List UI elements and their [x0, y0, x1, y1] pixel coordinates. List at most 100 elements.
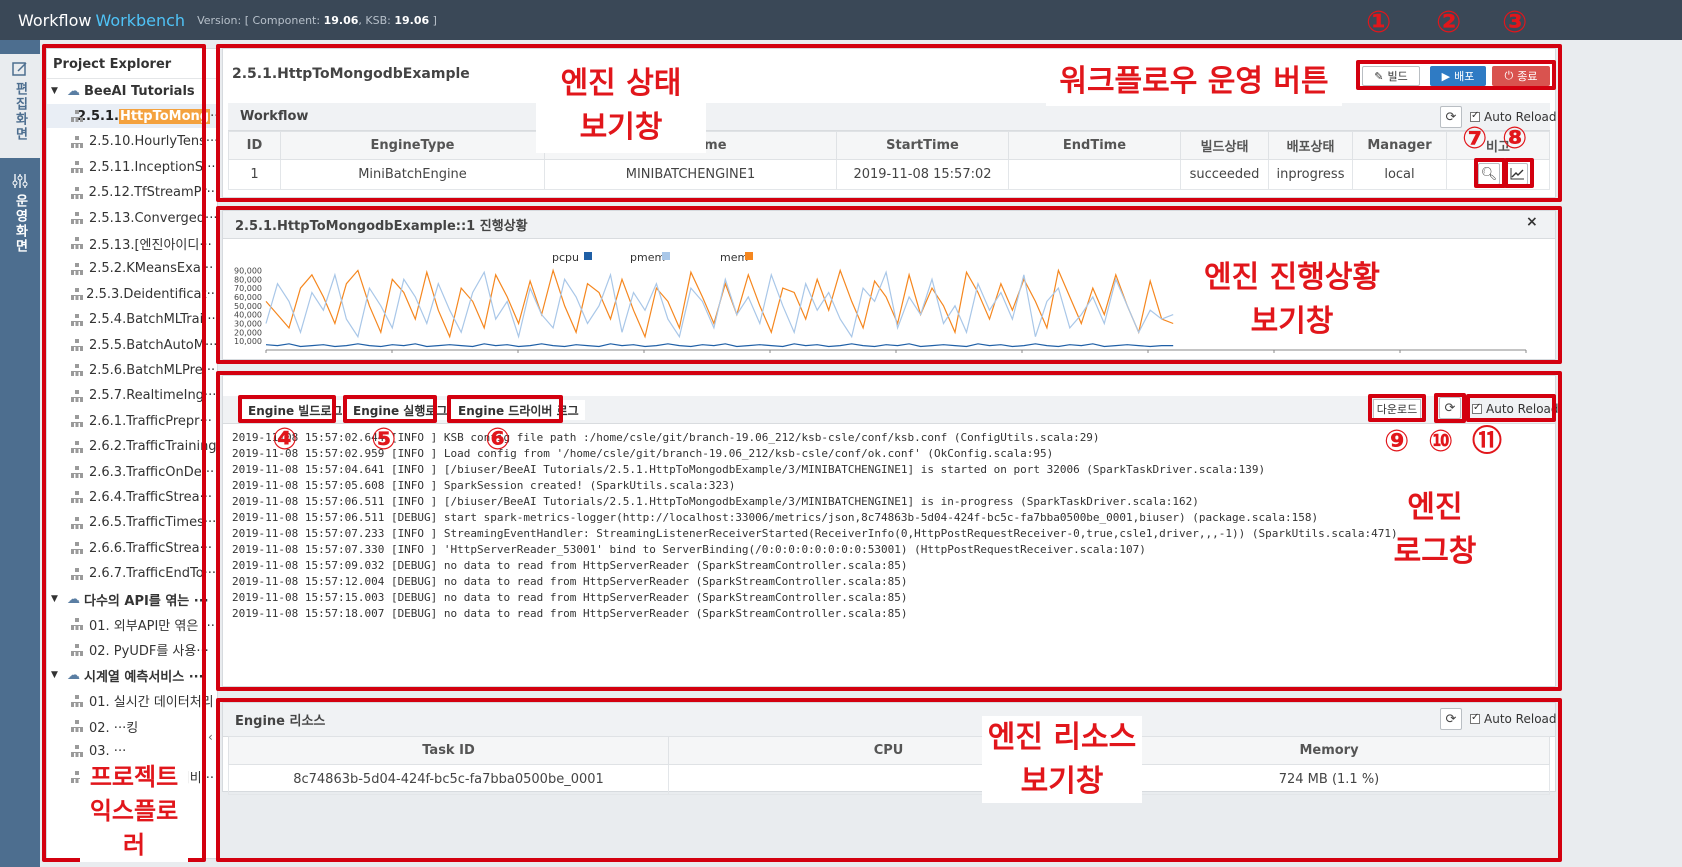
- log-auto-reload-label: Auto Reload: [1486, 402, 1559, 416]
- y-tick-label: 70,000: [234, 284, 262, 293]
- workflow-node-icon: [71, 262, 83, 275]
- progress-annotation-line1: 엔진 진행상황: [1203, 260, 1381, 295]
- workflow-node-icon: [71, 440, 83, 453]
- log-auto-reload[interactable]: Auto Reload: [1472, 402, 1559, 416]
- workflow-node-icon: [71, 389, 83, 402]
- tree-item[interactable]: 01. 실시간 데이터처리: [47, 689, 217, 713]
- power-icon: ⏻: [1504, 69, 1514, 82]
- number-5-badge: ⑤: [371, 422, 397, 457]
- left-rail: 편집화면 운영화면: [0, 40, 40, 867]
- tree-item-label: 2.5.4.BatchMLTrai···: [89, 312, 216, 328]
- tab-driver-log[interactable]: Engine 드라이버 로그: [452, 400, 585, 420]
- resource-annotation-line2: 보기창: [1020, 763, 1104, 799]
- tree-item[interactable]: 02. ···킹: [47, 714, 217, 738]
- chart-view-button[interactable]: [1506, 163, 1528, 185]
- tree-folder[interactable]: ▼ ☁︎ 시계열 예측서비스 ···: [47, 663, 217, 687]
- tree-item[interactable]: 2.5.3.Deidentificat···: [47, 282, 217, 306]
- explorer-annotation-line2: 익스플로러: [89, 797, 179, 859]
- workflow-node-icon: [71, 466, 83, 478]
- resource-table: Task ID CPU Memory 8c74863b-5d04-424f-bc…: [228, 736, 1550, 795]
- tree-item[interactable]: 2.5.13.Converged···: [47, 206, 217, 230]
- rail-edit-label: 편집화면: [12, 82, 28, 142]
- tree-item-label: 2.6.4.TrafficStrea···: [89, 489, 213, 505]
- col-id: ID: [228, 131, 281, 160]
- detail-search-button[interactable]: 🔍︎: [1478, 163, 1500, 185]
- tree-item[interactable]: 2.5.4.BatchMLTrai···: [47, 308, 217, 332]
- resource-annotation-line1: 엔진 리소스: [987, 720, 1137, 755]
- y-tick-label: 30,000: [234, 319, 262, 328]
- tree-item[interactable]: 2.6.7.TrafficEndTo···: [47, 562, 217, 586]
- folder-icon: ☁︎: [67, 591, 80, 607]
- tree-item[interactable]: 2.6.3.TrafficOnDe···: [47, 460, 217, 484]
- explorer-collapse-icon[interactable]: ‹: [208, 730, 213, 744]
- cell-deploy-status: inprogress: [1268, 159, 1353, 190]
- resource-auto-reload[interactable]: Auto Reload: [1470, 712, 1557, 726]
- tree-item[interactable]: 2.5.1.HttpToMong···: [47, 104, 217, 129]
- tree-item[interactable]: 2.5.7.RealtimeIng···: [47, 384, 217, 408]
- refresh-icon: ⟳: [1444, 400, 1456, 416]
- build-button[interactable]: ✎ 빌드: [1362, 66, 1420, 86]
- progress-window-annotation: 엔진 진행상황 보기창: [1192, 254, 1392, 345]
- tree-folder-label: BeeAI Tutorials: [84, 83, 195, 99]
- workflow-node-icon: [71, 415, 83, 428]
- refresh-icon: ⟳: [1445, 711, 1457, 727]
- resource-window-annotation: 엔진 리소스 보기창: [982, 716, 1142, 803]
- caret-down-icon[interactable]: ▼: [51, 86, 61, 96]
- log-auto-reload-checkbox[interactable]: [1472, 402, 1482, 414]
- number-6-badge: ⑥: [485, 422, 511, 457]
- caret-down-icon[interactable]: ▼: [51, 594, 61, 604]
- workflow-refresh-button[interactable]: ⟳: [1440, 106, 1462, 128]
- tree-item[interactable]: 2.5.11.InceptionS···: [47, 155, 217, 179]
- legend-swatch: [584, 252, 592, 260]
- close-icon[interactable]: ×: [1526, 214, 1538, 230]
- log-line: 2019-11-08 15:57:09.032 [DEBUG] no data …: [232, 559, 908, 572]
- table-row[interactable]: 1 MiniBatchEngine MINIBATCHENGINE1 2019-…: [228, 159, 1550, 190]
- tree-item[interactable]: 2.6.2.TrafficTraining: [47, 435, 217, 459]
- workflow-header: Workflow: [228, 103, 1550, 131]
- caret-down-icon[interactable]: ▼: [51, 670, 61, 680]
- explorer-annotation-line1: 프로젝트: [89, 763, 179, 791]
- tree-item[interactable]: 2.5.10.HourlyTens···: [47, 130, 217, 154]
- cell-task-id: 8c74863b-5d04-424f-bc5c-fa7bba0500be_000…: [228, 764, 669, 795]
- tree-item[interactable]: 2.5.6.BatchMLPre···: [47, 358, 217, 382]
- tab-run-log[interactable]: Engine 실행로그: [347, 400, 454, 420]
- resource-table-header: Task ID CPU Memory: [228, 736, 1550, 765]
- number-10-badge: ⑩: [1428, 424, 1454, 459]
- tree-item[interactable]: 2.5.12.TfStreamPr···: [47, 181, 217, 205]
- cell-nickname: MINIBATCHENGINE1: [544, 159, 837, 190]
- tree-item[interactable]: 2.5.2.KMeansExa···: [47, 257, 217, 281]
- col-manager: Manager: [1352, 131, 1447, 160]
- rail-edit-view[interactable]: 편집화면: [0, 54, 40, 158]
- tree-folder[interactable]: ▼ ☁︎ 다수의 API를 엮는 ···: [47, 587, 217, 611]
- workflow-node-icon: [71, 161, 83, 174]
- rail-operate-view[interactable]: 운영화면: [0, 166, 40, 276]
- tree-folder[interactable]: ▼ ☁︎ BeeAI Tutorials: [47, 79, 217, 103]
- tree-item[interactable]: 02. PyUDF를 사용···: [47, 638, 217, 662]
- tree-item-label: 2.6.7.TrafficEndTo···: [89, 566, 217, 582]
- stop-label: 종료: [1517, 70, 1538, 83]
- stop-button[interactable]: ⏻ 종료: [1492, 66, 1550, 86]
- log-line: 2019-11-08 15:57:02.959 [INFO ] Load con…: [232, 447, 1054, 460]
- legend-label: mem: [720, 251, 748, 264]
- tree-item[interactable]: 01. 외부API만 엮은 ···: [47, 612, 217, 636]
- resource-title: Engine 리소스: [235, 714, 326, 729]
- tree-item[interactable]: 2.6.1.TrafficPrepr···: [47, 409, 217, 433]
- tree-item[interactable]: 2.6.6.TrafficStrea···: [47, 536, 217, 560]
- download-button[interactable]: 다운로드: [1373, 399, 1421, 419]
- tree-item[interactable]: 2.5.5.BatchAutoM···: [47, 333, 217, 357]
- workflow-node-icon: [71, 745, 83, 758]
- resource-auto-reload-checkbox[interactable]: [1470, 712, 1480, 724]
- workflow-node-icon: [71, 135, 83, 148]
- workflow-node-icon: [71, 542, 83, 555]
- tree-item-label: 2.5.11.InceptionS···: [89, 159, 216, 175]
- tree-item[interactable]: 2.6.5.TrafficTimes···: [47, 511, 217, 535]
- log-refresh-button[interactable]: ⟳: [1439, 397, 1461, 419]
- deploy-button[interactable]: ▶ 배포: [1430, 66, 1486, 86]
- number-9-badge: ⑨: [1384, 424, 1410, 459]
- tree-item[interactable]: 2.5.13.[엔진아이디···: [47, 231, 217, 255]
- tab-build-log[interactable]: Engine 빌드로그: [242, 400, 349, 420]
- resource-refresh-button[interactable]: ⟳: [1440, 708, 1462, 730]
- tree-item[interactable]: 2.6.4.TrafficStrea···: [47, 485, 217, 509]
- tree-item-label: 2.5.13.[엔진아이디···: [89, 237, 212, 253]
- tree-item-label: 2.5.2.KMeansExa···: [89, 261, 214, 277]
